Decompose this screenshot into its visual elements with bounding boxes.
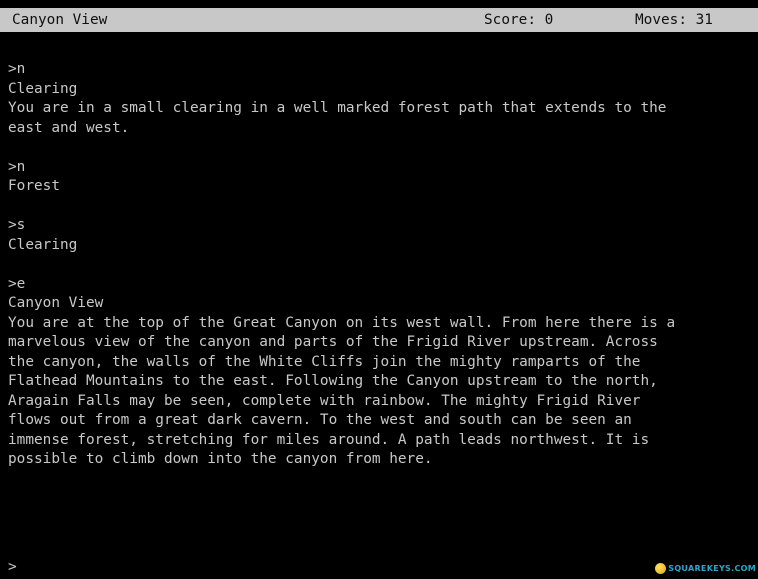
transcript-blank-line: [8, 197, 754, 217]
transcript-line: You are in a small clearing in a well ma…: [8, 100, 667, 116]
transcript-line: immense forest, stretching for miles aro…: [8, 431, 650, 448]
transcript-line: Clearing: [8, 80, 78, 97]
coin-logo-icon: [655, 562, 667, 574]
watermark: SQUAREKEYS.COM: [655, 561, 756, 575]
transcript-line: Forest: [8, 178, 60, 194]
transcript-line: possible to climb down into the canyon f…: [8, 451, 433, 467]
transcript-command: >e: [8, 275, 26, 292]
status-score: Score: 0: [484, 12, 554, 28]
transcript-line: You are at the top of the Great Canyon o…: [8, 314, 676, 331]
transcript-command: >n: [8, 61, 26, 77]
transcript-line: flows out from a great dark cavern. To t…: [8, 412, 632, 428]
transcript: >n Clearing You are in a small clearing in…: [8, 60, 754, 470]
command-input-line[interactable]: >: [8, 558, 17, 578]
transcript-line: east and west.: [8, 119, 130, 136]
transcript-line: Aragain Falls may be seen, complete with…: [8, 392, 641, 409]
watermark-text: SQUAREKEYS.COM: [668, 563, 756, 573]
transcript-blank-line: [8, 255, 754, 275]
transcript-line: Flathead Mountains to the east. Followin…: [8, 373, 658, 389]
transcript-command: >n: [8, 158, 26, 175]
status-bar: Canyon View Score: 0 Moves: 31: [0, 8, 758, 32]
status-moves: Moves: 31: [635, 12, 713, 28]
transcript-command: >s: [8, 217, 26, 233]
status-location: Canyon View: [12, 12, 108, 28]
command-prompt: >: [8, 559, 17, 575]
game-screen: Canyon View Score: 0 Moves: 31 >n Clearin…: [0, 0, 758, 579]
transcript-line: the canyon, the walls of the White Cliff…: [8, 353, 641, 370]
transcript-line: marvelous view of the canyon and parts o…: [8, 334, 658, 350]
transcript-line: Clearing: [8, 236, 78, 253]
transcript-blank-line: [8, 138, 754, 158]
transcript-line: Canyon View: [8, 295, 104, 311]
